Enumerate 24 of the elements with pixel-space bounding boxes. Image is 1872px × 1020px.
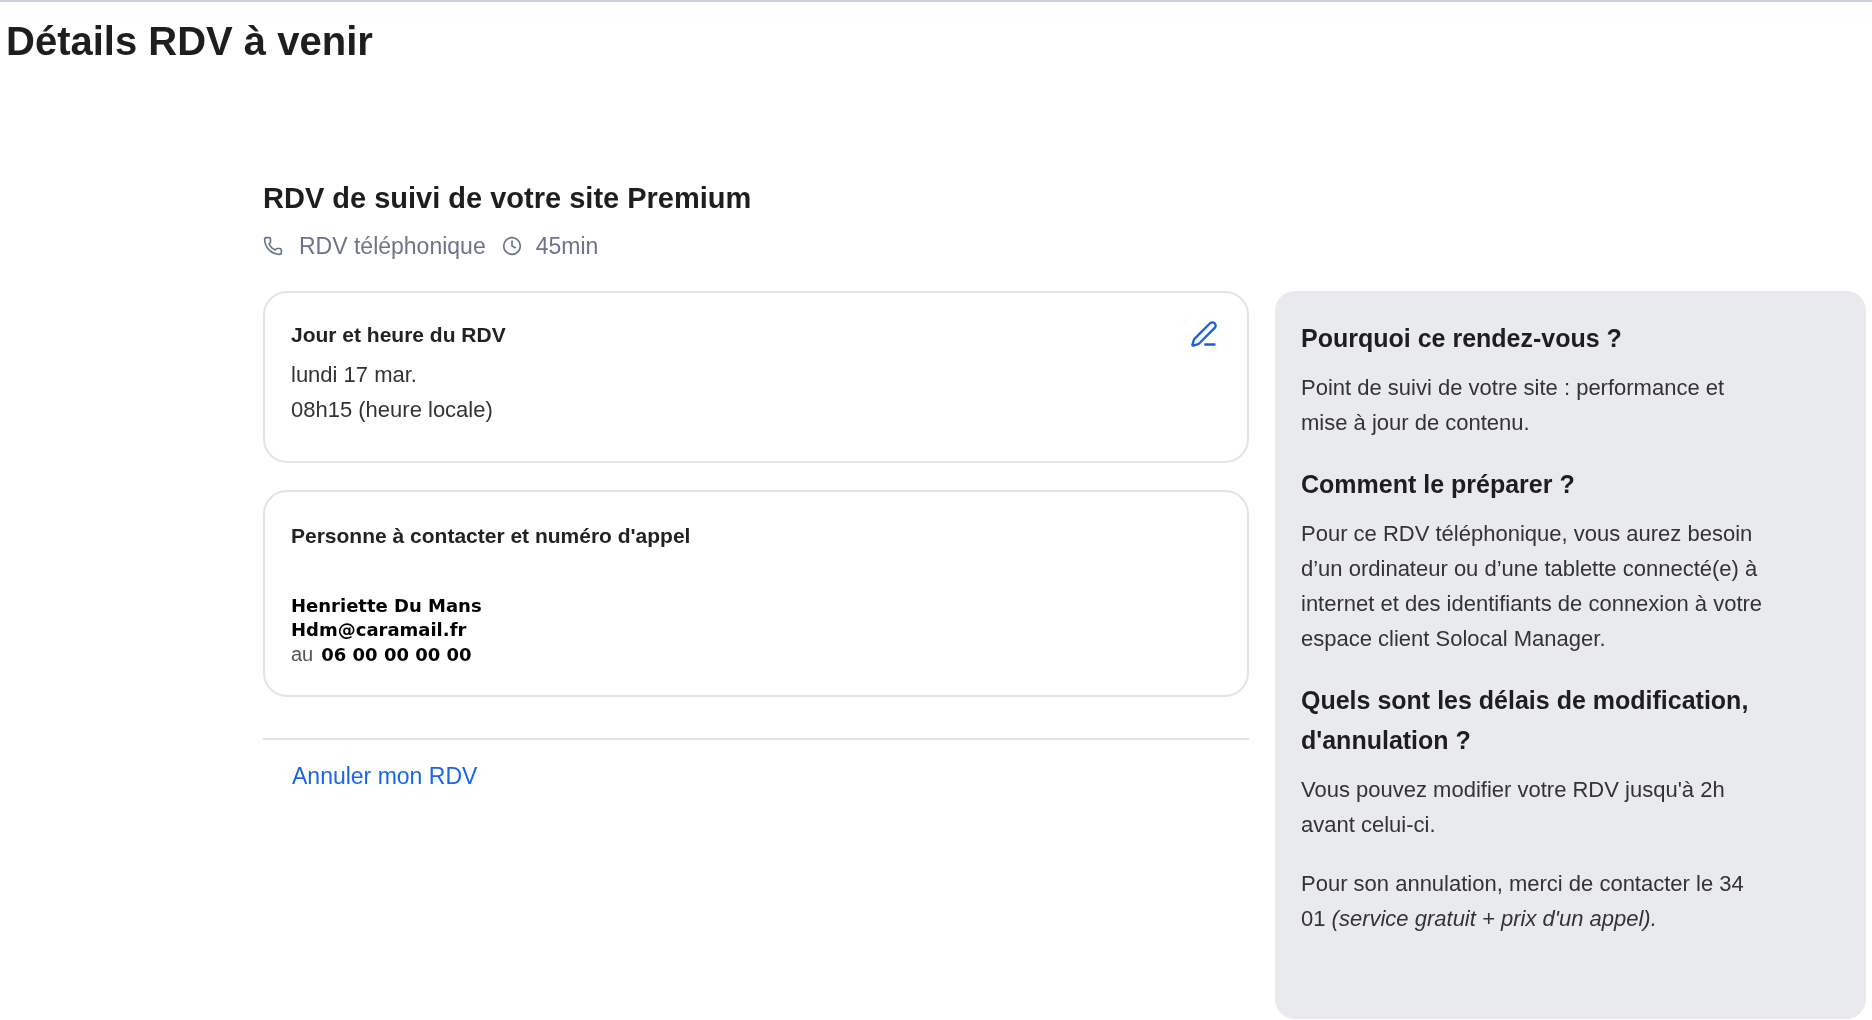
contact-name: Henriette Du Mans (291, 594, 482, 618)
info-heading: Quels sont les délais de modification, d'annulation ? (1301, 685, 1750, 756)
pencil-icon (1190, 320, 1218, 348)
info-paragraph: Pour son annulation, merci de contacter le 34 01 (service gratuit + prix d'un appel). (1301, 870, 1745, 933)
phone-icon (263, 236, 283, 256)
card-heading: Personne à contacter et numéro d'appel (291, 523, 691, 549)
phone-prefix: au (291, 642, 314, 666)
info-paragraph: Pour ce RDV téléphonique, vous aurez besoin d’un ordinateur ou d’une tablette connecté(e) à internet et des identifiants de connexion à votre espace client Solocal Manager. (1301, 520, 1764, 653)
page-title: Détails RDV à venir (6, 18, 373, 64)
appointment-duration: 45min (535, 232, 599, 261)
card-heading: Jour et heure du RDV (291, 322, 506, 348)
appointment-time: 08h15 (heure locale) (291, 396, 493, 424)
edit-button[interactable] (1189, 319, 1219, 349)
appointment-title: RDV de suivi de votre site Premium (263, 181, 752, 216)
info-heading: Pourquoi ce rendez-vous ? (1301, 323, 1623, 354)
info-paragraph: Point de suivi de votre site : performance et mise à jour de contenu. (1301, 374, 1726, 437)
contact-email: Hdm@caramail.fr (291, 618, 467, 642)
appointment-type: RDV téléphonique (299, 232, 486, 261)
info-paragraph: Vous pouvez modifier votre RDV jusqu'à 2h avant celui-ci. (1301, 776, 1726, 839)
cancel-appointment-link[interactable]: Annuler mon RDV (292, 762, 478, 790)
contact-phone: 06 00 00 00 00 (321, 643, 472, 667)
clock-icon (501, 236, 522, 256)
appointment-date: lundi 17 mar. (291, 361, 417, 389)
info-heading: Comment le préparer ? (1301, 469, 1576, 500)
